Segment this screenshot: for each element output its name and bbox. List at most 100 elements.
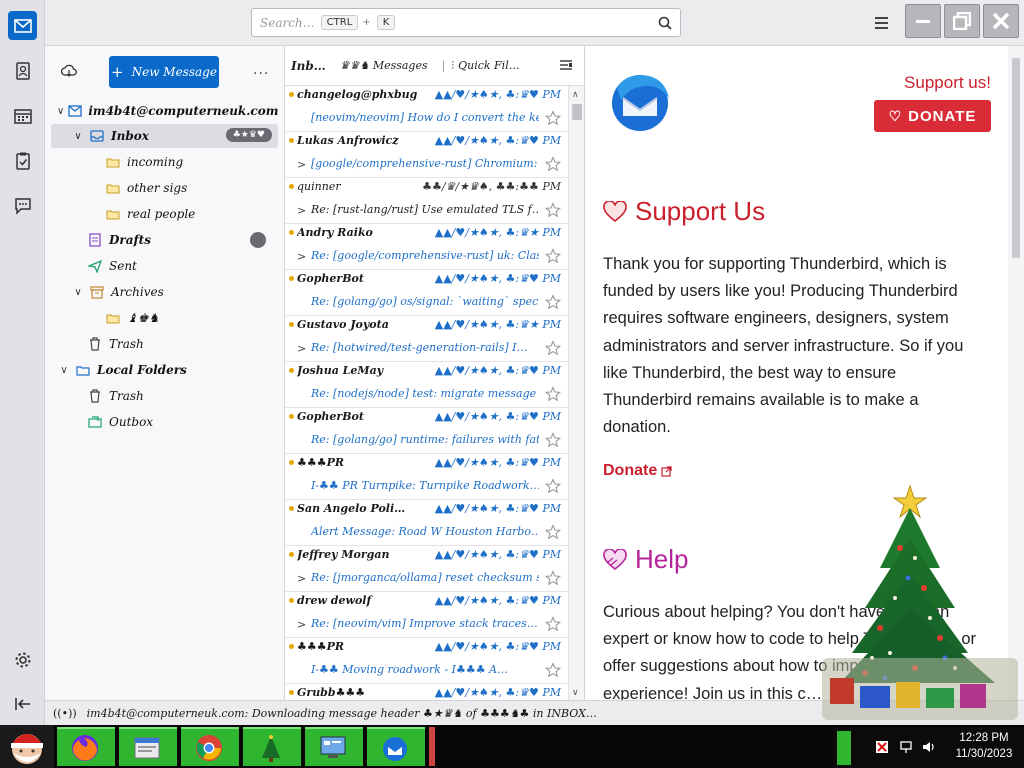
taskbar-chrome[interactable] bbox=[181, 727, 239, 766]
unread-dot bbox=[289, 506, 294, 511]
folder-local-trash[interactable]: Trash bbox=[83, 384, 144, 408]
chevron-down-icon[interactable]: ∨ bbox=[71, 287, 85, 298]
folder-drafts[interactable]: Drafts bbox=[83, 228, 278, 252]
taskbar-tree[interactable] bbox=[243, 727, 301, 766]
folder-real-people[interactable]: real people bbox=[101, 202, 195, 226]
clock[interactable]: 12:28 PM 11/30/2023 bbox=[944, 730, 1024, 762]
calendar-icon[interactable] bbox=[8, 101, 37, 130]
start-button[interactable] bbox=[0, 725, 54, 768]
chevron-right-icon[interactable]: > bbox=[297, 342, 306, 355]
star-icon[interactable] bbox=[544, 570, 562, 586]
chevron-right-icon[interactable]: > bbox=[297, 204, 306, 217]
folder-sent[interactable]: Sent bbox=[83, 254, 137, 278]
online-status-icon[interactable]: ((•)) bbox=[53, 707, 77, 720]
help-heading: Help bbox=[603, 544, 688, 575]
star-icon[interactable] bbox=[544, 156, 562, 172]
folder-label: ♝♚♞ bbox=[127, 311, 160, 325]
message-row[interactable]: changelog@phxbug ▲▲/♥/★♠★, ♣:♛♥ PM [neovim… bbox=[285, 86, 569, 132]
support-us-link[interactable]: Support us! bbox=[904, 73, 991, 93]
star-icon[interactable] bbox=[544, 524, 562, 540]
star-icon[interactable] bbox=[544, 386, 562, 402]
folder-incoming[interactable]: incoming bbox=[101, 150, 183, 174]
message-list-scrollbar[interactable]: ∧ ∨ bbox=[568, 86, 584, 700]
list-layout-icon[interactable] bbox=[559, 58, 573, 75]
chevron-down-icon[interactable]: ∨ bbox=[57, 106, 64, 117]
network-icon[interactable] bbox=[899, 740, 913, 754]
minimize-icon bbox=[916, 20, 930, 23]
message-row[interactable]: Jeffrey Morgan ▲▲/♥/★♠★, ♣:♛♥ PM > Re: [jmo… bbox=[285, 546, 569, 592]
chat-icon[interactable] bbox=[8, 191, 37, 220]
message-subject: Re: [golang/go] os/signal: `waiting` spe… bbox=[311, 295, 539, 308]
taskbar-firefox[interactable] bbox=[57, 727, 115, 766]
christmas-tree-decoration bbox=[822, 484, 1018, 720]
chevron-right-icon[interactable]: > bbox=[297, 250, 306, 263]
search-input[interactable]: Search… CTRL + K bbox=[251, 8, 681, 37]
folder-inbox[interactable]: ∨ Inbox ♣★♛♥ bbox=[51, 124, 278, 148]
message-row[interactable]: Grubb♣♣♣ ▲▲/♥/★♠★, ♣:♛♥ PM bbox=[285, 684, 569, 700]
star-icon[interactable] bbox=[544, 248, 562, 264]
collapse-icon[interactable] bbox=[8, 689, 37, 718]
star-icon[interactable] bbox=[544, 616, 562, 632]
support-us-text: Thank you for supporting Thunderbird, wh… bbox=[603, 255, 964, 437]
message-row[interactable]: GopherBot ▲▲/♥/★♠★, ♣:♛♥ PM Re: [golang/go… bbox=[285, 270, 569, 316]
volume-icon[interactable] bbox=[922, 740, 936, 754]
section-title: Support Us bbox=[635, 196, 766, 226]
chevron-down-icon[interactable]: ∨ bbox=[57, 365, 71, 376]
folder-account[interactable]: ∨ im4b4t@computerneuk.com bbox=[57, 99, 278, 123]
folder-trash[interactable]: Trash bbox=[83, 332, 144, 356]
folder-pane-menu-button[interactable]: ... bbox=[253, 62, 269, 78]
star-icon[interactable] bbox=[544, 294, 562, 310]
folder-other-sigs[interactable]: other sigs bbox=[101, 176, 187, 200]
message-row[interactable]: quinner ♣♣/♛/★♛♠, ♣♣:♣♣ PM > Re: [rust-lang… bbox=[285, 178, 569, 224]
star-icon[interactable] bbox=[544, 202, 562, 218]
taskbar-thunderbird[interactable] bbox=[367, 727, 425, 766]
taskbar-control-panel[interactable] bbox=[305, 727, 363, 766]
folder-outbox[interactable]: Outbox bbox=[83, 410, 153, 434]
message-row[interactable]: Joshua LeMay ▲▲/♥/★♠★, ♣:♛♥ PM Re: [nodejs… bbox=[285, 362, 569, 408]
message-date: ▲▲/♥/★♠★, ♣:♛♥ PM bbox=[434, 456, 561, 469]
shortcut-key: K bbox=[376, 15, 396, 30]
message-row[interactable]: ♣♣♣PR ▲▲/♥/★♠★, ♣:♛♥ PM I-♣♣ Moving roadwo… bbox=[285, 638, 569, 684]
message-row[interactable]: Gustavo Joyota ▲▲/♥/★♠★, ♣:♛★ PM > Re: [hot… bbox=[285, 316, 569, 362]
mail-icon[interactable] bbox=[8, 11, 37, 40]
message-row[interactable]: Andry Raiko ▲▲/♥/★♠★, ♣:♛★ PM > Re: [google… bbox=[285, 224, 569, 270]
message-row[interactable]: Lukas Anfrowicz ▲▲/♥/★♠★, ♣:♛♥ PM > [google… bbox=[285, 132, 569, 178]
restore-button[interactable] bbox=[944, 4, 980, 38]
chevron-right-icon[interactable]: > bbox=[297, 572, 306, 585]
folder-archives[interactable]: ∨ Archives bbox=[71, 280, 163, 304]
message-subject: I-♣♣ Moving roadwork - I♣♣♣ A… bbox=[311, 663, 509, 676]
folder-local-folders[interactable]: ∨ Local Folders bbox=[57, 358, 186, 382]
taskbar-file-manager[interactable] bbox=[119, 727, 177, 766]
message-subject: [google/comprehensive-rust] Chromium: Co… bbox=[311, 157, 539, 170]
star-icon[interactable] bbox=[544, 432, 562, 448]
minimize-button[interactable] bbox=[905, 4, 941, 38]
folder-year[interactable]: ♝♚♞ bbox=[101, 306, 159, 330]
star-icon[interactable] bbox=[544, 478, 562, 494]
star-icon[interactable] bbox=[544, 662, 562, 678]
donate-button[interactable]: ♡ DONATE bbox=[874, 100, 991, 132]
folder-label: real people bbox=[127, 207, 196, 221]
star-icon[interactable] bbox=[544, 110, 562, 126]
donate-link[interactable]: Donate bbox=[603, 462, 672, 480]
message-row[interactable]: San Angelo Poli… ▲▲/♥/★♠★, ♣:♛♥ PM Alert M… bbox=[285, 500, 569, 546]
message-subject: Re: [jmorganca/ollama] reset checksum s… bbox=[311, 571, 539, 584]
address-book-icon[interactable] bbox=[8, 56, 37, 85]
settings-icon[interactable] bbox=[8, 645, 37, 674]
chevron-right-icon[interactable]: > bbox=[297, 158, 306, 171]
message-row[interactable]: GopherBot ▲▲/♥/★♠★, ♣:♛♥ PM Re: [golang/go… bbox=[285, 408, 569, 454]
new-message-button[interactable]: + New Message bbox=[109, 56, 219, 88]
search-icon[interactable] bbox=[658, 16, 672, 30]
network-alert-icon[interactable] bbox=[875, 740, 889, 754]
tasks-icon[interactable] bbox=[8, 146, 37, 175]
chevron-right-icon[interactable]: > bbox=[297, 618, 306, 631]
quick-filter-button[interactable]: Quick Fil… bbox=[458, 59, 520, 72]
message-row[interactable]: ♣♣♣PR ▲▲/♥/★♠★, ♣:♛♥ PM I-♣♣ PR Turnpike: … bbox=[285, 454, 569, 500]
message-subject: Alert Message: Road W Houston Harbo… bbox=[311, 525, 539, 538]
close-button[interactable] bbox=[983, 4, 1019, 38]
chevron-down-icon[interactable]: ∨ bbox=[71, 131, 85, 142]
message-row[interactable]: drew dewolf ▲▲/♥/★♠★, ♣:♛♥ PM > Re: [neovim… bbox=[285, 592, 569, 638]
get-messages-icon[interactable] bbox=[61, 64, 77, 78]
star-icon[interactable] bbox=[544, 340, 562, 356]
app-menu-button[interactable] bbox=[868, 12, 894, 34]
folder-label: other sigs bbox=[127, 181, 188, 195]
